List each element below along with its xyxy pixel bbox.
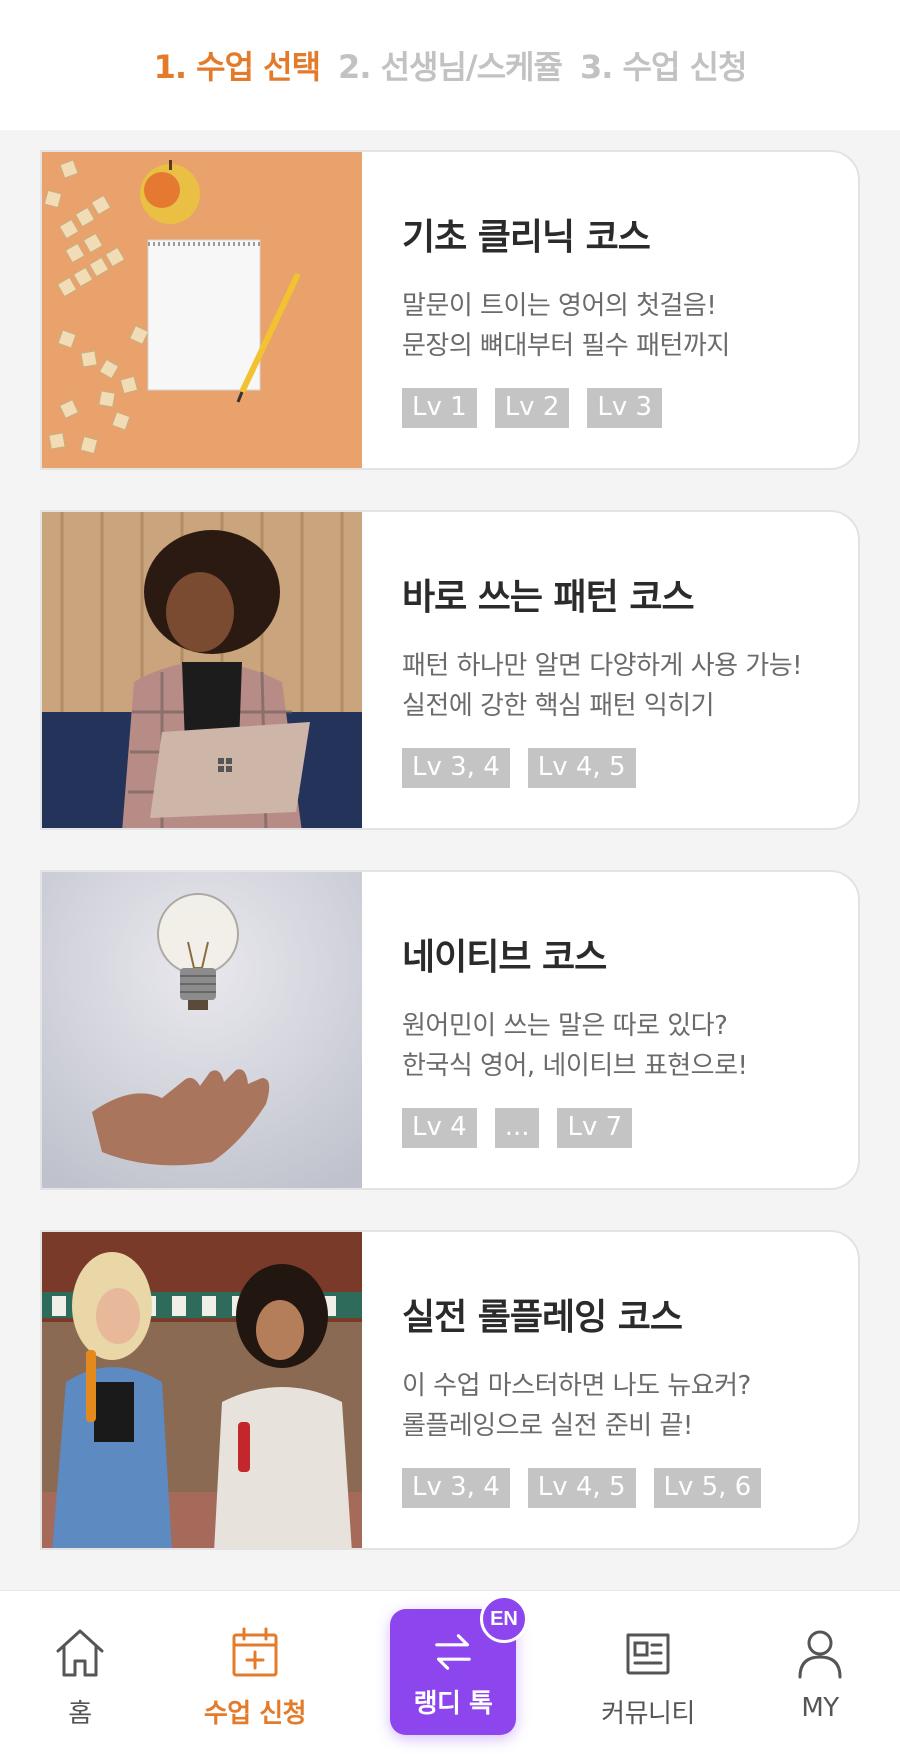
nav-randy-talk-button[interactable]: 랭디 톡 EN <box>390 1595 528 1735</box>
nav-label: MY <box>801 1693 839 1723</box>
nav-my-page[interactable]: MY <box>750 1623 890 1733</box>
level-chips: Lv 1 Lv 2 Lv 3 <box>402 388 838 428</box>
course-title: 기초 클리닉 코스 <box>402 217 651 258</box>
course-description-line: 원어민이 쓰는 말은 따로 있다? <box>402 1011 728 1041</box>
level-chip: Lv 3 <box>587 388 663 428</box>
home-icon <box>56 1629 104 1677</box>
course-description-line: 이 수업 마스터하면 나도 뉴요커? <box>402 1371 751 1401</box>
nav-label: 랭디 톡 <box>413 1688 493 1719</box>
calendar-plus-icon <box>232 1627 278 1677</box>
course-card-body: 기초 클리닉 코스 말문이 트이는 영어의 첫걸음! 문장의 뼈대부터 필수 패… <box>402 152 838 468</box>
nav-apply-class[interactable]: 수업 신청 <box>185 1623 325 1733</box>
swap-arrows-icon <box>435 1633 471 1670</box>
course-card-native[interactable]: 네이티브 코스 원어민이 쓰는 말은 따로 있다? 한국식 영어, 네이티브 표… <box>40 870 860 1190</box>
level-chips: Lv 3, 4 Lv 4, 5 Lv 5, 6 <box>402 1468 838 1508</box>
level-chip: Lv 1 <box>402 388 477 428</box>
user-icon <box>798 1630 842 1679</box>
level-chip: Lv 4 <box>402 1108 477 1148</box>
nav-community[interactable]: 커뮤니티 <box>578 1623 718 1733</box>
two-women-laughing-photo <box>42 1232 362 1548</box>
level-chip: Lv 4, 5 <box>527 748 636 788</box>
newspaper-icon <box>626 1633 670 1675</box>
bottom-navigation-bar: 홈 수업 신청 랭디 톡 EN 커뮤니티 MY <box>0 1590 900 1754</box>
level-chips: Lv 4 ... Lv 7 <box>402 1108 838 1148</box>
level-chip: Lv 3, 4 <box>402 1468 510 1508</box>
course-card-body: 바로 쓰는 패턴 코스 패턴 하나만 알면 다양하게 사용 가능! 실전에 강한… <box>402 512 838 828</box>
course-description-line: 롤플레잉으로 실전 준비 끝! <box>402 1411 693 1441</box>
course-description: 원어민이 쓰는 말은 따로 있다? 한국식 영어, 네이티브 표현으로! <box>402 1006 838 1086</box>
step-2-teacher-schedule: 2. 선생님/스케쥴 <box>338 48 563 86</box>
course-card-roleplay[interactable]: 실전 롤플레잉 코스 이 수업 마스터하면 나도 뉴요커? 롤플레잉으로 실전 … <box>40 1230 860 1550</box>
woman-with-laptop-photo <box>42 512 362 828</box>
course-card-basic-clinic[interactable]: 기초 클리닉 코스 말문이 트이는 영어의 첫걸음! 문장의 뼈대부터 필수 패… <box>40 150 860 470</box>
course-description: 말문이 트이는 영어의 첫걸음! 문장의 뼈대부터 필수 패턴까지 <box>402 286 838 366</box>
course-title: 네이티브 코스 <box>402 937 607 978</box>
level-chip: Lv 5, 6 <box>653 1468 762 1508</box>
level-chip: Lv 7 <box>557 1108 633 1148</box>
course-description-line: 문장의 뼈대부터 필수 패턴까지 <box>402 331 730 361</box>
course-description-line: 말문이 트이는 영어의 첫걸음! <box>402 291 717 321</box>
level-chips: Lv 3, 4 Lv 4, 5 <box>402 748 838 788</box>
nav-home[interactable]: 홈 <box>10 1623 150 1733</box>
course-description-line: 실전에 강한 핵심 패턴 익히기 <box>402 691 715 721</box>
level-chip: Lv 2 <box>494 388 570 428</box>
step-1-select-class: 1. 수업 선택 <box>153 48 321 86</box>
course-card-body: 네이티브 코스 원어민이 쓰는 말은 따로 있다? 한국식 영어, 네이티브 표… <box>402 872 838 1188</box>
step-indicator: 1. 수업 선택 2. 선생님/스케쥴 3. 수업 신청 <box>0 0 900 130</box>
level-chip: ... <box>494 1108 540 1148</box>
course-card-body: 실전 롤플레잉 코스 이 수업 마스터하면 나도 뉴요커? 롤플레잉으로 실전 … <box>402 1232 838 1548</box>
lightbulb-over-hand-photo <box>42 872 362 1188</box>
course-title: 바로 쓰는 패턴 코스 <box>402 577 695 618</box>
language-badge: EN <box>480 1595 528 1643</box>
step-3-apply: 3. 수업 신청 <box>579 48 747 86</box>
course-card-pattern[interactable]: 바로 쓰는 패턴 코스 패턴 하나만 알면 다양하게 사용 가능! 실전에 강한… <box>40 510 860 830</box>
course-description: 이 수업 마스터하면 나도 뉴요커? 롤플레잉으로 실전 준비 끝! <box>402 1366 838 1446</box>
course-description-line: 한국식 영어, 네이티브 표현으로! <box>402 1051 748 1081</box>
level-chip: Lv 3, 4 <box>402 748 510 788</box>
nav-label: 수업 신청 <box>203 1699 307 1729</box>
notebook-and-apple-photo <box>42 152 362 468</box>
nav-label: 커뮤니티 <box>601 1699 695 1729</box>
course-title: 실전 롤플레잉 코스 <box>402 1297 683 1338</box>
level-chip: Lv 4, 5 <box>527 1468 636 1508</box>
nav-label: 홈 <box>68 1699 92 1729</box>
course-list: 기초 클리닉 코스 말문이 트이는 영어의 첫걸음! 문장의 뼈대부터 필수 패… <box>40 150 860 1590</box>
course-description-line: 패턴 하나만 알면 다양하게 사용 가능! <box>402 651 803 681</box>
course-description: 패턴 하나만 알면 다양하게 사용 가능! 실전에 강한 핵심 패턴 익히기 <box>402 646 838 726</box>
